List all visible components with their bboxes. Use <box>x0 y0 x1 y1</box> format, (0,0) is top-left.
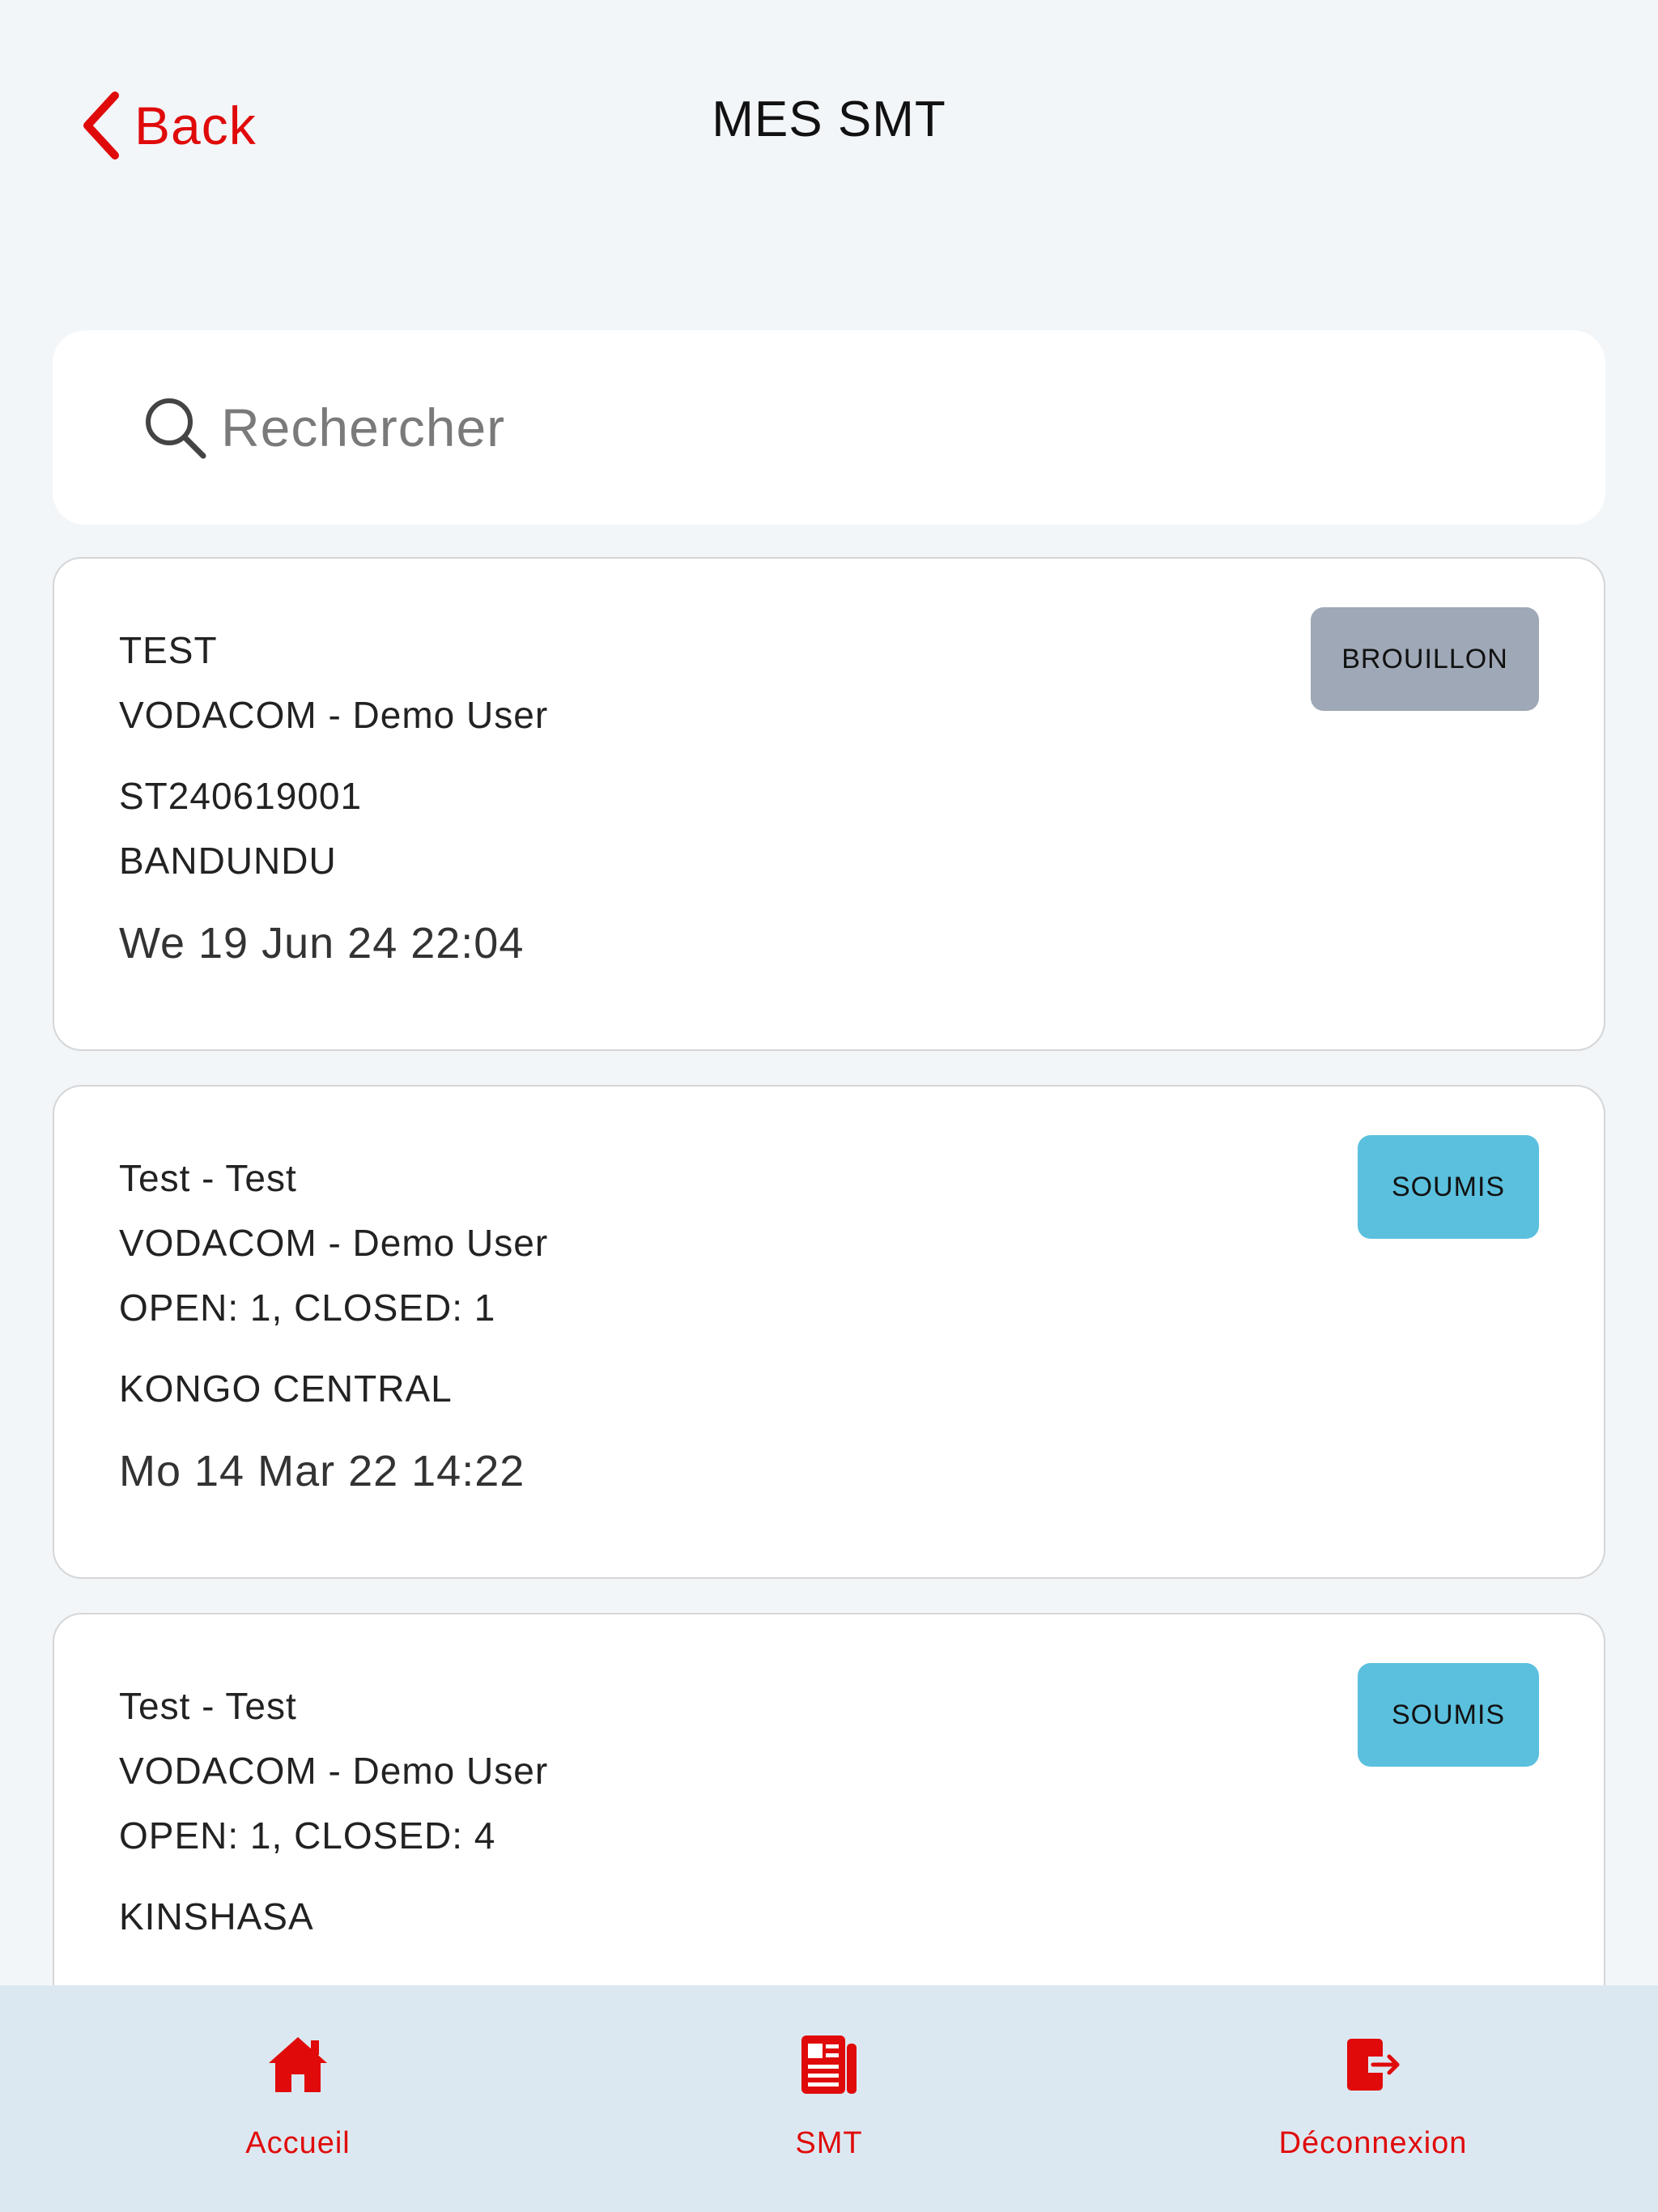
card-date: Mo 14 Mar 22 14:22 <box>119 1447 525 1495</box>
card-title: TEST <box>119 629 218 671</box>
card-counts: OPEN: 1, CLOSED: 4 <box>119 1814 496 1857</box>
tab-logout-label: Déconnexion <box>1278 2126 1468 2160</box>
tab-logout[interactable]: Déconnexion <box>1211 1985 1535 2212</box>
smt-card[interactable]: TEST VODACOM - Demo User ST240619001 BAN… <box>53 557 1605 1051</box>
tab-smt[interactable]: SMT <box>667 1985 991 2212</box>
home-icon <box>269 2037 327 2092</box>
card-region: KONGO CENTRAL <box>119 1368 453 1410</box>
page-title: MES SMT <box>712 91 946 147</box>
status-badge: BROUILLON <box>1311 607 1539 711</box>
card-title: Test - Test <box>119 1157 297 1199</box>
status-badge: SOUMIS <box>1358 1663 1539 1767</box>
card-date: We 19 Jun 24 22:04 <box>119 919 525 968</box>
card-operator: VODACOM - Demo User <box>119 1750 549 1792</box>
newspaper-icon <box>801 2035 857 2094</box>
status-badge: SOUMIS <box>1358 1135 1539 1239</box>
tab-smt-label: SMT <box>795 2126 863 2160</box>
tab-home-label: Accueil <box>245 2126 351 2160</box>
card-region: BANDUNDU <box>119 840 337 882</box>
logout-icon <box>1347 2039 1400 2091</box>
header: Back MES SMT <box>0 0 1658 251</box>
card-title: Test - Test <box>119 1685 297 1727</box>
card-counts: OPEN: 1, CLOSED: 1 <box>119 1287 496 1329</box>
card-reference: ST240619001 <box>119 775 363 817</box>
app-screen: Back MES SMT TEST VODACOM - Demo User ST… <box>0 0 1658 2212</box>
search-icon <box>146 398 206 459</box>
card-operator: VODACOM - Demo User <box>119 1222 549 1264</box>
search-input[interactable] <box>221 397 1435 458</box>
smt-list[interactable]: TEST VODACOM - Demo User ST240619001 BAN… <box>53 557 1605 1985</box>
smt-card[interactable]: Test - Test VODACOM - Demo User OPEN: 1,… <box>53 1613 1605 1985</box>
bottom-tab-bar: Accueil SMT Déconnexion <box>0 1985 1658 2212</box>
search-bar[interactable] <box>53 330 1605 525</box>
card-region: KINSHASA <box>119 1895 314 1938</box>
tab-home[interactable]: Accueil <box>136 1985 460 2212</box>
card-operator: VODACOM - Demo User <box>119 694 549 736</box>
smt-card[interactable]: Test - Test VODACOM - Demo User OPEN: 1,… <box>53 1085 1605 1579</box>
